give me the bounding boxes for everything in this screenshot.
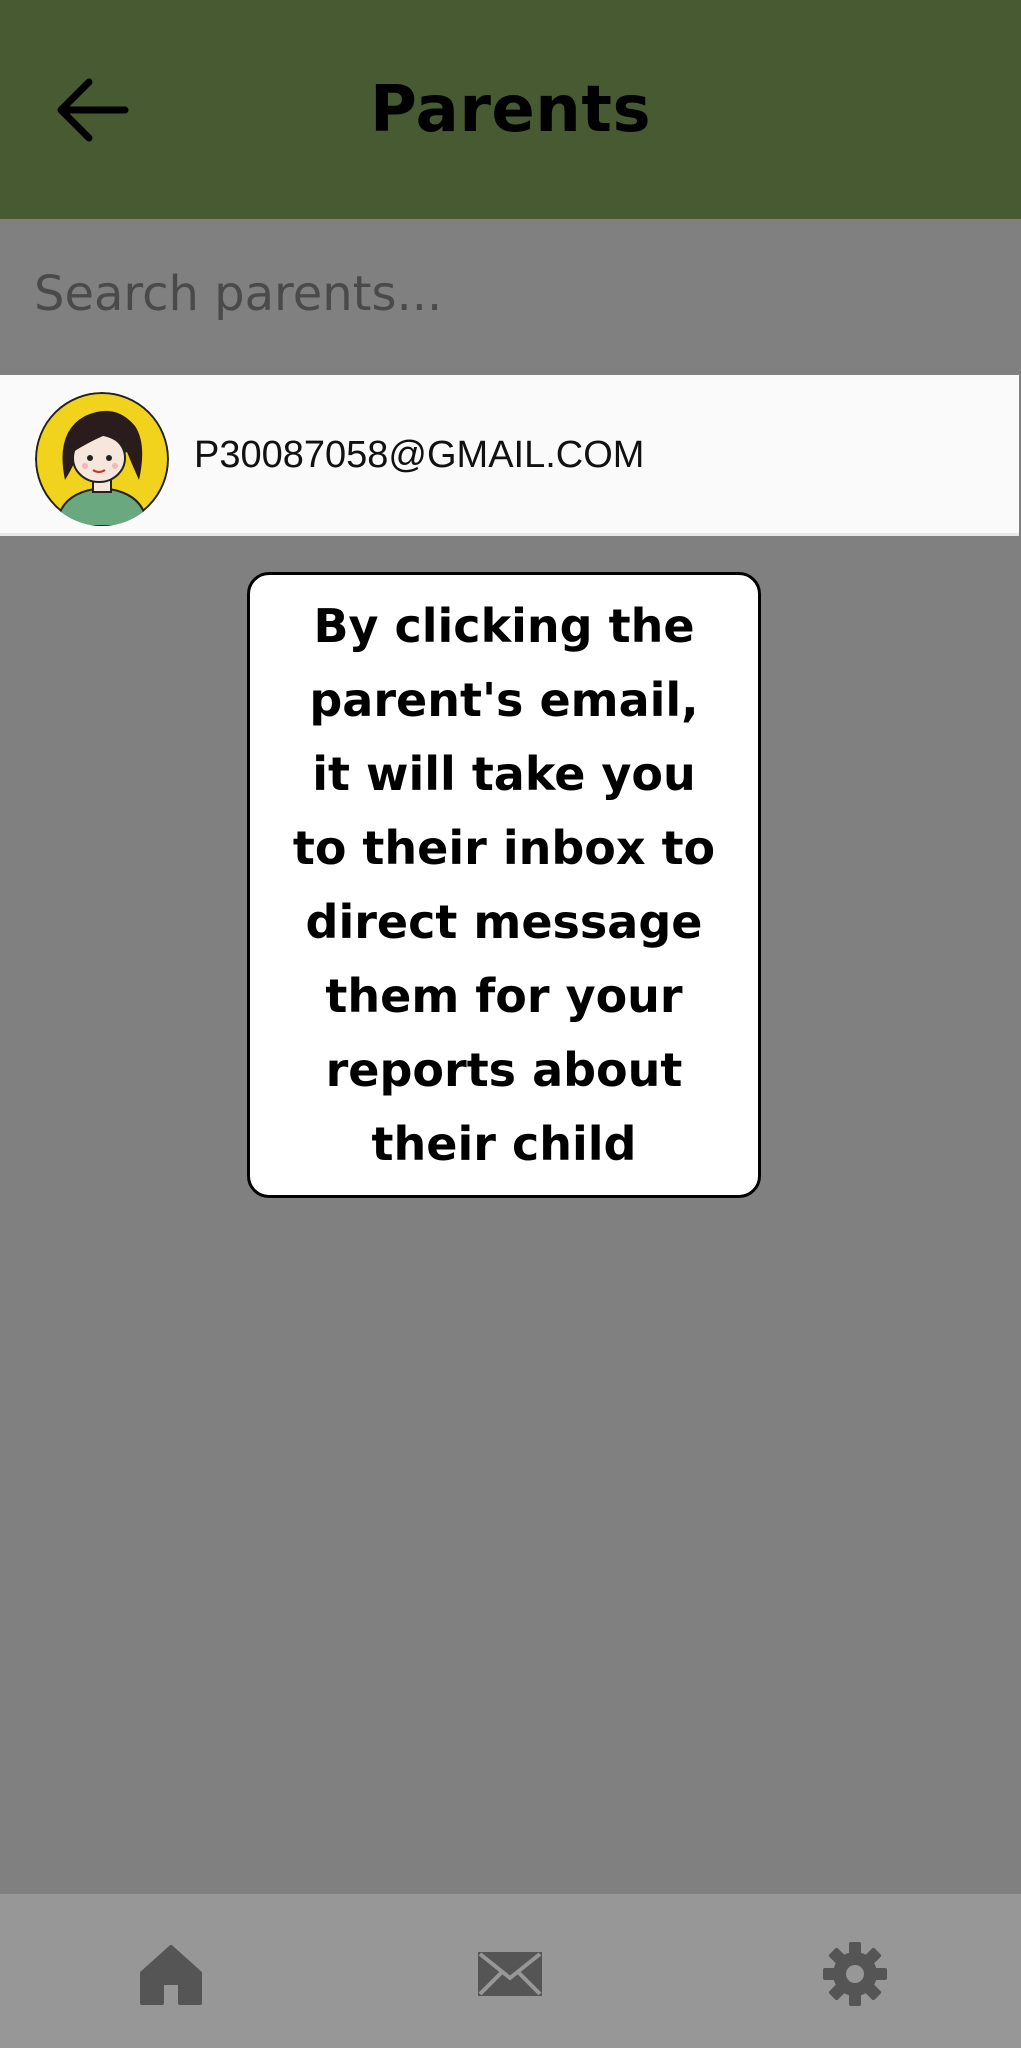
gear-icon xyxy=(823,1942,887,2006)
parent-list: P30087058@GMAIL.COM xyxy=(0,367,1021,540)
nav-messages-button[interactable] xyxy=(460,1924,560,2024)
page-title: Parents xyxy=(369,73,652,147)
mail-icon xyxy=(478,1952,542,1996)
help-tooltip: By clicking the parent's email, it will … xyxy=(247,572,761,1198)
search-bar xyxy=(0,219,1021,367)
avatar-icon xyxy=(35,392,169,526)
parent-list-item[interactable]: P30087058@GMAIL.COM xyxy=(0,375,1019,536)
home-icon xyxy=(140,1945,202,2005)
bottom-nav xyxy=(0,1894,1021,2048)
tooltip-text: By clicking the parent's email, it will … xyxy=(292,599,716,1171)
app-bar: Parents xyxy=(0,0,1021,219)
nav-home-button[interactable] xyxy=(121,1924,221,2024)
search-input[interactable] xyxy=(34,249,984,339)
parent-email[interactable]: P30087058@GMAIL.COM xyxy=(194,425,644,485)
nav-settings-button[interactable] xyxy=(805,1924,905,2024)
